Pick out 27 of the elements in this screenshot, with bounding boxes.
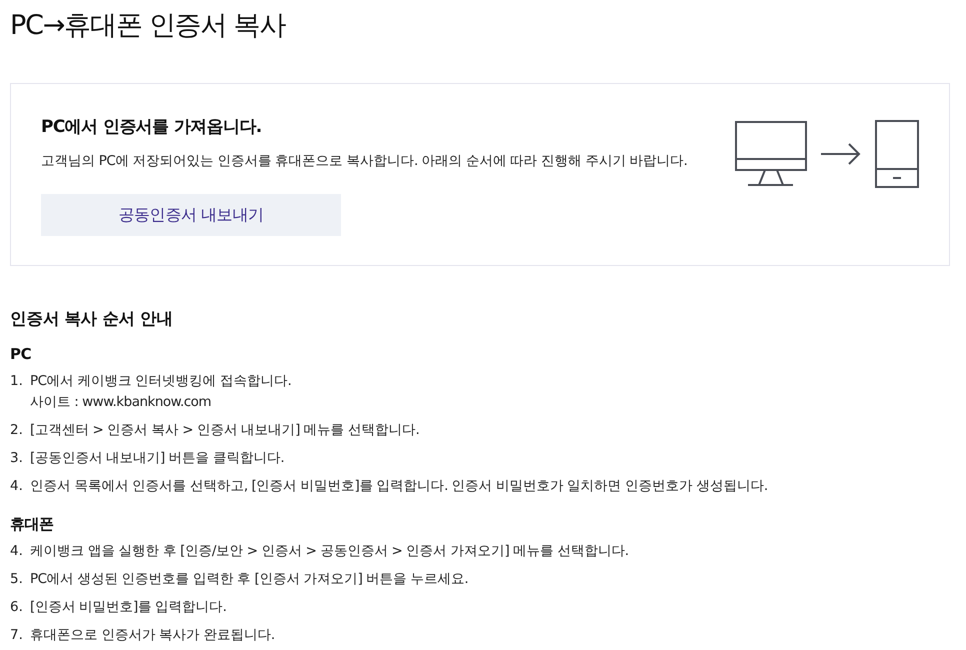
step-number: 7.: [10, 626, 24, 645]
step-text: PC에서 생성된 인증번호를 입력한 후 [인증서 가져오기] 버튼을 누르세요.: [30, 570, 468, 589]
group-heading: 휴대폰: [10, 514, 55, 535]
step-number: 4.: [10, 542, 24, 561]
card-description: 고객님의 PC에 저장되어있는 인증서를 휴대폰으로 복사합니다. 아래의 순서에 따라 진행해 주시기 바랍니다.: [41, 152, 688, 171]
step-text: [고객센터 > 인증서 복사 > 인증서 내보내기] 메뉴를 선택합니다.: [30, 421, 420, 440]
export-certificate-button[interactable]: 공동인증서 내보내기: [41, 194, 341, 236]
card-heading: PC에서 인증서를 가져옵니다.: [41, 116, 262, 139]
step-number: 6.: [10, 598, 24, 617]
step-number: 4.: [10, 477, 24, 496]
step-number: 1.: [10, 372, 24, 391]
step-detail: 사이트 : www.kbanknow.com: [30, 393, 212, 412]
step-text: [인증서 비밀번호]를 입력합니다.: [30, 598, 226, 617]
step-text: 휴대폰으로 인증서가 복사가 완료됩니다.: [30, 626, 275, 645]
group-heading: PC: [10, 344, 32, 365]
step-number: 5.: [10, 570, 24, 589]
step-text: 인증서 목록에서 인증서를 선택하고, [인증서 비밀번호]를 입력합니다. 인증서 비밀번호가 일치하면 인증번호가 생성됩니다.: [30, 477, 768, 496]
phone-icon: [875, 120, 919, 188]
step-number: 2.: [10, 421, 24, 440]
step-text: [공동인증서 내보내기] 버튼을 클릭합니다.: [30, 449, 284, 468]
monitor-icon: [735, 121, 807, 187]
step-text: 케이뱅크 앱을 실행한 후 [인증/보안 > 인증서 > 공동인증서 > 인증서 가져오기] 메뉴를 선택합니다.: [30, 542, 629, 561]
section-title: 인증서 복사 순서 안내: [10, 308, 174, 330]
page-title: PC→휴대폰 인증서 복사: [10, 9, 287, 43]
step-number: 3.: [10, 449, 24, 468]
step-text: PC에서 케이뱅크 인터넷뱅킹에 접속합니다.: [30, 372, 292, 391]
arrow-icon: [821, 143, 861, 165]
